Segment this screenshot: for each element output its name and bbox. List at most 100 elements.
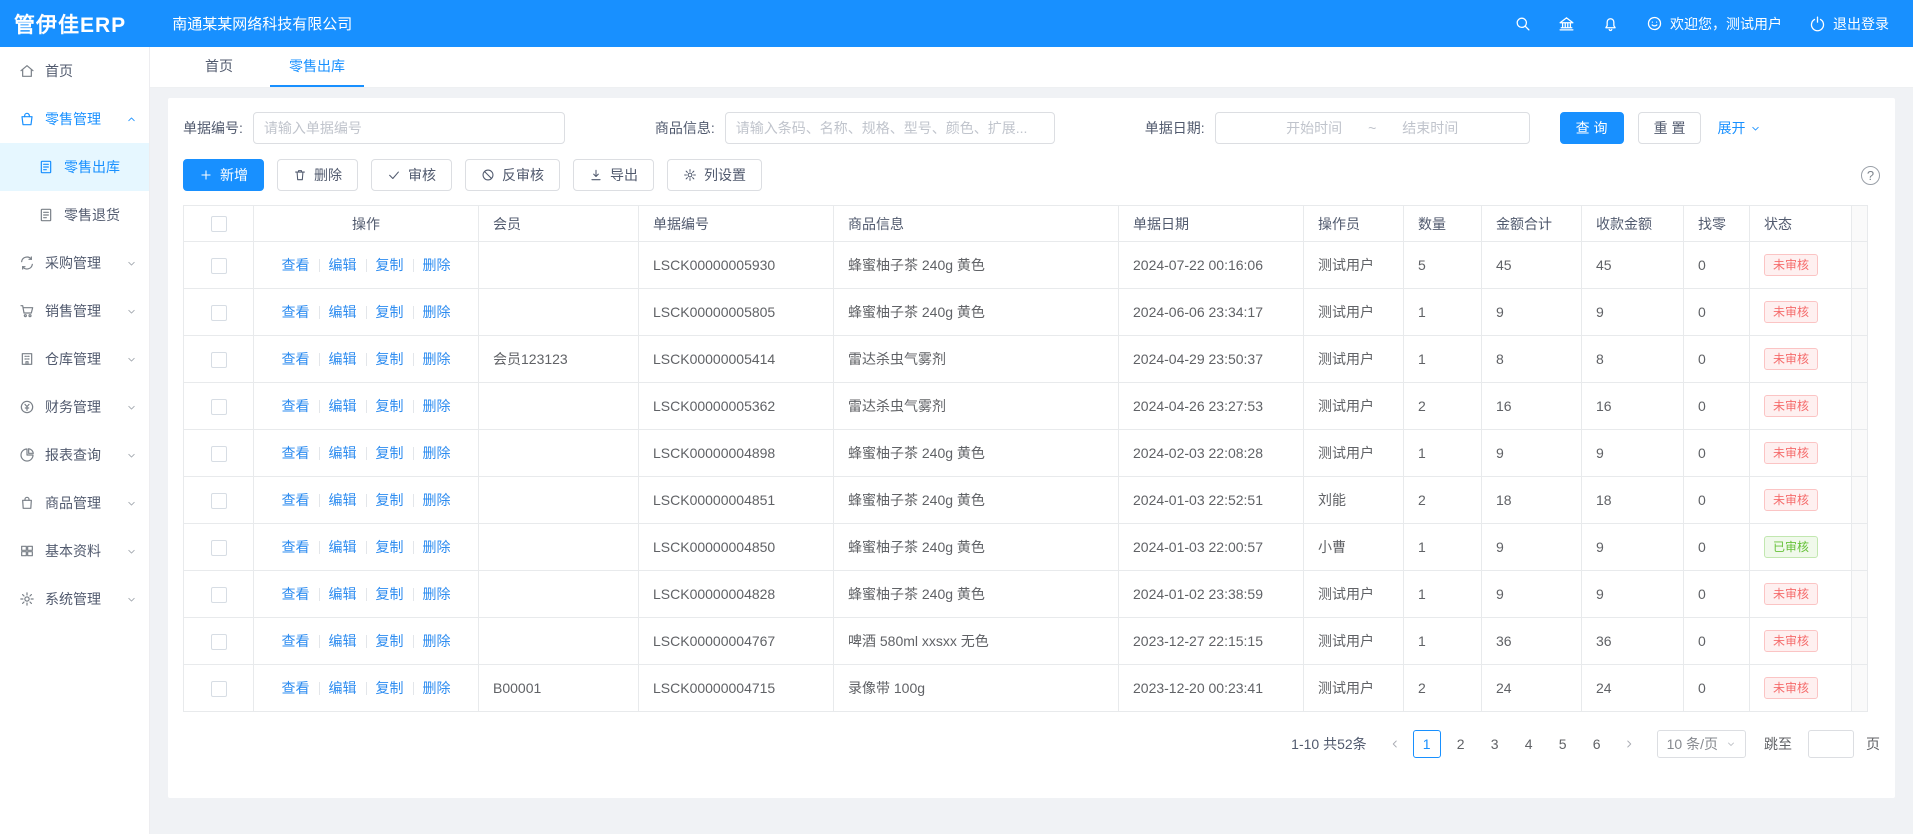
action-view[interactable]: 查看 [282,255,310,275]
add-button[interactable]: 新增 [183,159,264,191]
action-delete[interactable]: 删除 [423,631,451,651]
sidebar-item-sales[interactable]: 销售管理 [0,287,149,335]
cell-date: 2024-04-29 23:50:37 [1119,336,1304,383]
bill-no-input[interactable] [253,112,565,144]
page-1[interactable]: 1 [1413,730,1441,758]
search-button[interactable]: 查 询 [1560,112,1624,144]
action-edit[interactable]: 编辑 [329,255,357,275]
welcome-user[interactable]: 欢迎您，测试用户 [1646,14,1782,34]
page-3[interactable]: 3 [1481,730,1509,758]
action-copy[interactable]: 复制 [376,349,404,369]
action-view[interactable]: 查看 [282,443,310,463]
cell-product: 蜂蜜柚子茶 240g 黄色 [834,524,1119,571]
sidebar-item-goods[interactable]: 商品管理 [0,479,149,527]
action-copy[interactable]: 复制 [376,255,404,275]
action-delete[interactable]: 删除 [423,584,451,604]
action-delete[interactable]: 删除 [423,490,451,510]
action-delete[interactable]: 删除 [423,349,451,369]
sidebar-item-retail[interactable]: 零售管理 [0,95,149,143]
action-copy[interactable]: 复制 [376,490,404,510]
row-checkbox[interactable] [211,634,227,650]
action-delete[interactable]: 删除 [423,255,451,275]
row-checkbox[interactable] [211,399,227,415]
action-copy[interactable]: 复制 [376,396,404,416]
action-edit[interactable]: 编辑 [329,537,357,557]
action-copy[interactable]: 复制 [376,631,404,651]
action-copy[interactable]: 复制 [376,678,404,698]
row-checkbox[interactable] [211,681,227,697]
row-checkbox[interactable] [211,305,227,321]
row-checkbox[interactable] [211,352,227,368]
row-checkbox[interactable] [211,540,227,556]
action-view[interactable]: 查看 [282,349,310,369]
action-copy[interactable]: 复制 [376,537,404,557]
action-edit[interactable]: 编辑 [329,349,357,369]
sidebar-item-report[interactable]: 报表查询 [0,431,149,479]
page-2[interactable]: 2 [1447,730,1475,758]
action-edit[interactable]: 编辑 [329,490,357,510]
action-copy[interactable]: 复制 [376,302,404,322]
sidebar-item-finance[interactable]: 财务管理 [0,383,149,431]
bell-icon[interactable] [1602,15,1619,32]
row-checkbox[interactable] [211,446,227,462]
action-delete[interactable]: 删除 [423,396,451,416]
tab-retail-outbound[interactable]: 零售出库 [270,47,364,87]
reset-button[interactable]: 重 置 [1638,112,1702,144]
search-icon[interactable] [1514,15,1531,32]
jump-page-input[interactable] [1808,730,1854,758]
unaudit-button[interactable]: 反审核 [465,159,560,191]
action-delete[interactable]: 删除 [423,678,451,698]
product-info-input[interactable] [725,112,1055,144]
tab-home[interactable]: 首页 [186,47,252,87]
page-size-select[interactable]: 10 条/页 [1657,730,1746,758]
page-4[interactable]: 4 [1515,730,1543,758]
next-page-button[interactable] [1617,738,1641,750]
sidebar-item-system[interactable]: 系统管理 [0,575,149,623]
sidebar-item-purchase[interactable]: 采购管理 [0,239,149,287]
delete-button[interactable]: 删除 [277,159,358,191]
action-copy[interactable]: 复制 [376,584,404,604]
action-edit[interactable]: 编辑 [329,631,357,651]
action-view[interactable]: 查看 [282,396,310,416]
action-view[interactable]: 查看 [282,584,310,604]
row-checkbox[interactable] [211,258,227,274]
expand-link[interactable]: 展开 [1717,118,1761,138]
cell-operator: 测试用户 [1304,383,1404,430]
date-range-picker[interactable]: 开始时间 ~ 结束时间 [1215,112,1530,144]
action-edit[interactable]: 编辑 [329,302,357,322]
action-edit[interactable]: 编辑 [329,443,357,463]
row-checkbox[interactable] [211,493,227,509]
cell-status: 未审核 [1750,336,1852,383]
columns-button[interactable]: 列设置 [667,159,762,191]
prev-page-button[interactable] [1383,738,1407,750]
page-6[interactable]: 6 [1583,730,1611,758]
logout-button[interactable]: 退出登录 [1809,14,1889,34]
action-delete[interactable]: 删除 [423,443,451,463]
action-view[interactable]: 查看 [282,678,310,698]
action-view[interactable]: 查看 [282,631,310,651]
sidebar-item-retail-outbound[interactable]: 零售出库 [0,143,149,191]
export-button[interactable]: 导出 [573,159,654,191]
sidebar-item-retail-return[interactable]: 零售退货 [0,191,149,239]
action-edit[interactable]: 编辑 [329,678,357,698]
action-view[interactable]: 查看 [282,302,310,322]
page-5[interactable]: 5 [1549,730,1577,758]
sidebar-item-warehouse[interactable]: 仓库管理 [0,335,149,383]
bank-icon[interactable] [1558,15,1575,32]
action-delete[interactable]: 删除 [423,302,451,322]
action-copy[interactable]: 复制 [376,443,404,463]
row-checkbox[interactable] [211,587,227,603]
action-view[interactable]: 查看 [282,537,310,557]
cell-product: 蜂蜜柚子茶 240g 黄色 [834,571,1119,618]
cell-member [479,383,639,430]
action-delete[interactable]: 删除 [423,537,451,557]
select-all-checkbox[interactable] [211,216,227,232]
action-view[interactable]: 查看 [282,490,310,510]
sidebar-item-basic[interactable]: 基本资料 [0,527,149,575]
sidebar-item-home[interactable]: 首页 [0,47,149,95]
action-edit[interactable]: 编辑 [329,584,357,604]
audit-button[interactable]: 审核 [371,159,452,191]
help-icon[interactable]: ? [1861,166,1880,185]
scrollbar-gutter [1852,289,1868,336]
action-edit[interactable]: 编辑 [329,396,357,416]
